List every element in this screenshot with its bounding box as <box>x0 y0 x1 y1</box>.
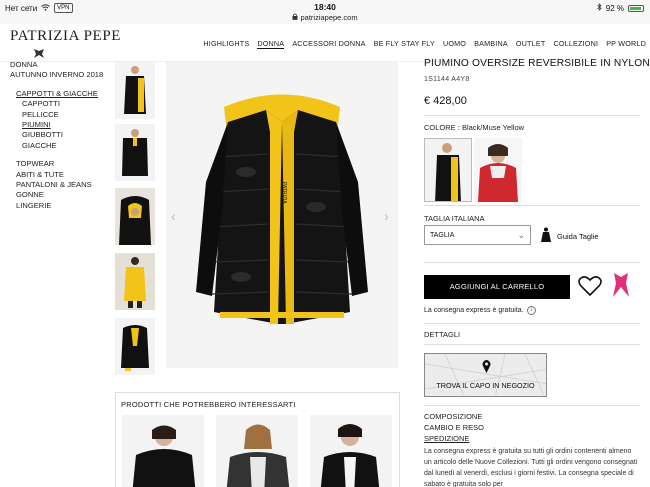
product-price: € 428,00 <box>424 95 467 107</box>
menu-item-piumini[interactable]: PIUMINI <box>10 120 103 130</box>
thumbnail-4[interactable] <box>115 253 155 310</box>
site-header: PATRIZIA PEPE HIGHLIGHTS DONNA ACCESSORI D… <box>0 24 650 62</box>
menu-spacer <box>10 81 103 89</box>
nav-item-pp-world[interactable]: PP WORLD <box>606 39 646 49</box>
accordion-cambio-reso[interactable]: CAMBIO E RESO <box>424 423 484 432</box>
wishlist-heart-icon[interactable] <box>578 275 602 302</box>
main-nav: HIGHLIGHTS DONNA ACCESSORI DONNA BE FLY STA… <box>203 39 646 49</box>
product-title: PIUMINO OVERSIZE REVERSIBILE IN NYLON <box>424 58 650 69</box>
find-in-store-button[interactable]: TROVA IL CAPO IN NEGOZIO <box>424 353 547 397</box>
express-note: La consegna express è gratuita. i <box>424 306 536 315</box>
size-select-value: TAGLIA <box>430 232 455 239</box>
color-swatch-red[interactable] <box>474 138 522 202</box>
thumbnail-1[interactable] <box>115 62 155 119</box>
next-image-icon[interactable]: › <box>384 208 389 224</box>
menu-item-cappotti-giacche[interactable]: CAPPOTTI & GIACCHE <box>10 89 103 99</box>
nav-item-collezioni[interactable]: COLLEZIONI <box>553 39 598 49</box>
battery-percent: 92 % <box>605 3 624 13</box>
url-bar[interactable]: patriziapepe.com <box>0 13 650 22</box>
add-to-cart-button[interactable]: AGGIUNGI AL CARRELLO <box>424 275 570 299</box>
size-guide-label: Guida Taglie <box>557 231 599 241</box>
menu-item-cappotti[interactable]: CAPPOTTI <box>10 99 103 109</box>
accordion-spedizione[interactable]: SPEDIZIONE <box>424 434 469 443</box>
bluetooth-icon <box>596 3 602 13</box>
nav-item-highlights[interactable]: HIGHLIGHTS <box>203 39 249 49</box>
menu-item-abiti-tute[interactable]: ABITI & TUTE <box>10 170 103 180</box>
related-products-title: PRODOTTI CHE POTREBBERO INTERESSARTI <box>121 400 296 409</box>
color-swatch-black-yellow[interactable] <box>424 138 472 202</box>
category-menu: DONNA AUTUNNO INVERNO 2018 CAPPOTTI & GIAC… <box>10 60 103 211</box>
divider <box>424 344 640 345</box>
menu-item-autunno-inverno-2018[interactable]: AUTUNNO INVERNO 2018 <box>10 70 103 80</box>
clock: 18:40 <box>314 2 336 12</box>
nav-item-outlet[interactable]: OUTLET <box>516 39 546 49</box>
size-label: TAGLIA ITALIANA <box>424 214 485 223</box>
fly-bow-icon[interactable] <box>612 273 630 304</box>
dress-icon <box>540 227 552 245</box>
related-product-2[interactable] <box>216 415 298 487</box>
nav-item-bambina[interactable]: BAMBINA <box>474 39 508 49</box>
nav-item-accessori-donna[interactable]: ACCESSORI DONNA <box>292 39 365 49</box>
divider <box>424 323 640 324</box>
divider <box>424 262 640 263</box>
nav-item-donna[interactable]: DONNA <box>257 39 285 49</box>
thumbnail-3[interactable] <box>115 188 155 245</box>
svg-text:PATRIZIA: PATRIZIA <box>281 182 287 204</box>
prev-image-icon[interactable]: ‹ <box>171 208 176 224</box>
size-guide-link[interactable]: Guida Taglie <box>540 227 599 245</box>
color-label-text: COLORE : <box>424 123 460 132</box>
size-select[interactable]: TAGLIA ⌄ <box>424 225 531 245</box>
express-note-text: La consegna express è gratuita. <box>424 307 524 314</box>
menu-item-donna[interactable]: DONNA <box>10 60 103 70</box>
color-value: Black/Muse Yellow <box>461 123 525 132</box>
map-pin-icon <box>482 360 491 378</box>
brand-logo[interactable]: PATRIZIA PEPE <box>10 28 121 45</box>
menu-item-topwear[interactable]: TOPWEAR <box>10 159 103 169</box>
accordion-composizione[interactable]: COMPOSIZIONE <box>424 412 482 421</box>
find-in-store-label: TROVA IL CAPO IN NEGOZIO <box>436 381 535 390</box>
related-product-3[interactable] <box>310 415 392 487</box>
menu-spacer <box>10 151 103 159</box>
menu-item-lingerie[interactable]: LINGERIE <box>10 201 103 211</box>
chevron-down-icon: ⌄ <box>517 230 525 240</box>
details-toggle[interactable]: DETTAGLI <box>424 330 460 339</box>
battery-icon <box>628 4 644 12</box>
thumbnail-5[interactable] <box>115 318 155 375</box>
color-label: COLORE : Black/Muse Yellow <box>424 123 524 132</box>
product-code: 1S1144 A4Y8 <box>424 76 470 83</box>
product-main-image[interactable]: PATRIZIA <box>166 62 398 368</box>
menu-item-giubbotti[interactable]: GIUBBOTTI <box>10 130 103 140</box>
shipping-description: La consegna express è gratuita su tutti … <box>424 448 638 487</box>
status-bar: Нет сети VPN 18:40 patriziapepe.com 92 % <box>0 0 650 24</box>
info-icon[interactable]: i <box>526 306 536 315</box>
nav-item-be-fly-stay-fly[interactable]: BE FLY STAY FLY <box>374 39 435 49</box>
divider <box>424 115 640 116</box>
thumbnail-2[interactable] <box>115 124 155 181</box>
nav-item-uomo[interactable]: UOMO <box>443 39 466 49</box>
divider <box>424 205 640 206</box>
menu-item-pellicce[interactable]: PELLICCE <box>10 110 103 120</box>
menu-item-gonne[interactable]: GONNE <box>10 190 103 200</box>
related-product-1[interactable] <box>122 415 204 487</box>
menu-item-giacche[interactable]: GIACCHE <box>10 141 103 151</box>
url-text: patriziapepe.com <box>300 13 358 22</box>
menu-item-pantaloni-jeans[interactable]: PANTALONI & JEANS <box>10 180 103 190</box>
divider <box>424 405 640 406</box>
